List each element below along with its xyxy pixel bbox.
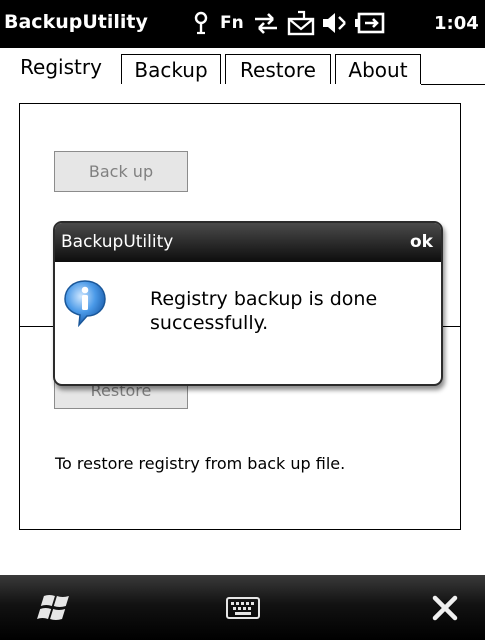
- speaker-off-icon[interactable]: [321, 8, 347, 38]
- info-icon: [63, 279, 107, 328]
- battery-charging-icon[interactable]: [355, 8, 385, 38]
- windows-start-icon[interactable]: [28, 575, 78, 640]
- sync-icon[interactable]: [253, 8, 279, 38]
- tab-baseline: [421, 84, 485, 85]
- close-icon[interactable]: [424, 575, 466, 640]
- clock[interactable]: 1:04: [434, 8, 479, 38]
- restore-description: To restore registry from back up file.: [55, 454, 346, 473]
- message-icon[interactable]: [287, 8, 315, 38]
- keyboard-icon[interactable]: [220, 575, 266, 640]
- status-bar: BackupUtility Fn 1:04: [0, 0, 485, 48]
- app-title: BackupUtility: [4, 11, 148, 33]
- bottom-bar: [0, 575, 485, 640]
- message-box-title: BackupUtility: [61, 232, 174, 252]
- message-box-header: BackupUtility ok: [55, 223, 441, 262]
- tab-registry[interactable]: Registry: [6, 50, 116, 84]
- fn-indicator: Fn: [220, 13, 244, 33]
- message-box: BackupUtility ok Registry backup is done…: [53, 221, 443, 386]
- tab-restore[interactable]: Restore: [225, 54, 331, 84]
- tab-backup[interactable]: Backup: [121, 54, 221, 84]
- tab-bar: Registry Backup Restore About: [0, 48, 485, 88]
- message-text: Registry backup is done successfully.: [150, 288, 378, 334]
- antenna-icon[interactable]: [192, 8, 210, 38]
- ok-button[interactable]: ok: [410, 232, 433, 252]
- backup-button[interactable]: Back up: [54, 151, 188, 192]
- tab-about[interactable]: About: [335, 54, 421, 84]
